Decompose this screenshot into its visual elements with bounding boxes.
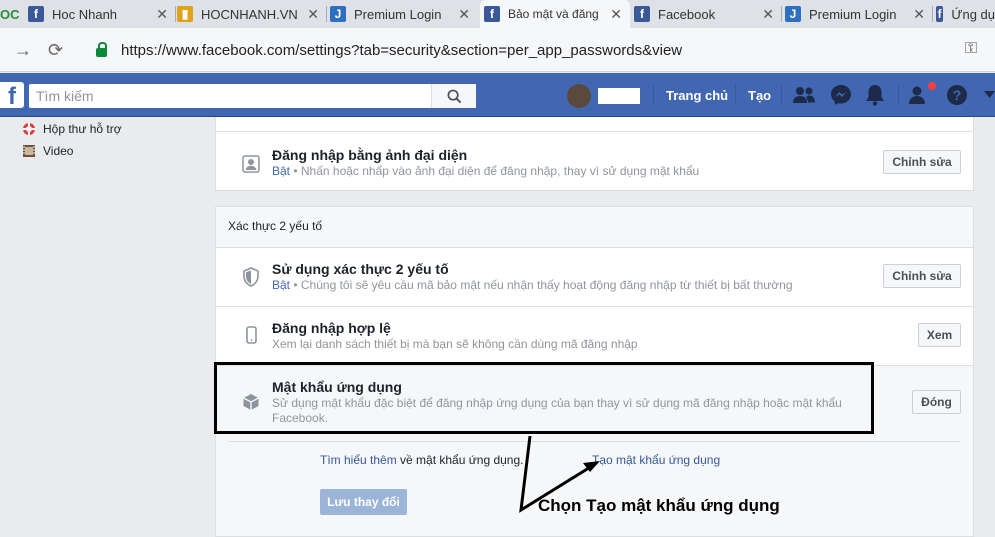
- annotation-arrow: [519, 435, 600, 513]
- annotation-text: Chọn Tạo mật khẩu ứng dụng: [538, 496, 780, 515]
